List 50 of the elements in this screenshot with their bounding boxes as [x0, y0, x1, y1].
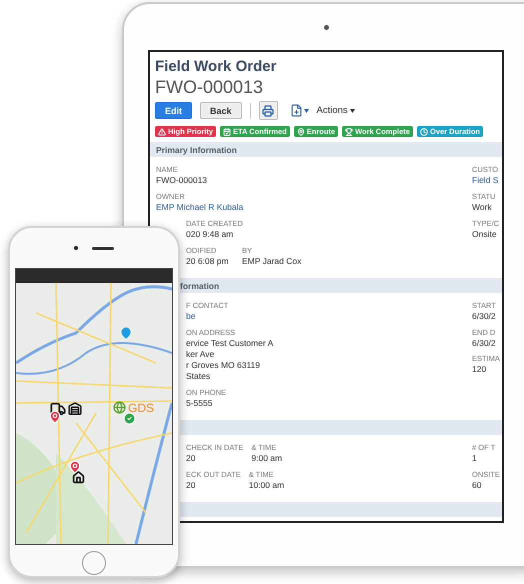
field-value: 10:00 am	[248, 480, 284, 491]
calendar-icon	[223, 128, 232, 136]
field-value: FWO-000013	[156, 175, 208, 186]
field-value: 020 9:48 am	[186, 229, 234, 240]
field-value: States	[186, 371, 212, 382]
field-value: 20	[186, 480, 196, 491]
field-value: 6/30/2	[472, 311, 497, 322]
field-value: ervice Test Customer A	[186, 338, 274, 349]
section-title: Primary Information	[156, 144, 237, 154]
house-icon	[72, 471, 85, 484]
warehouse-icon	[68, 402, 82, 416]
field-value: r Groves MO 63119	[186, 360, 262, 371]
field-value: Work	[472, 202, 493, 213]
field-value: Onsite	[472, 229, 498, 240]
field-value: 120	[472, 364, 488, 375]
field-value: 20 6:08 pm	[186, 256, 230, 267]
location-pin-icon	[68, 460, 82, 474]
field-value: 9:00 am	[251, 453, 282, 464]
speaker-grille	[92, 246, 114, 250]
section-title: formation	[180, 280, 220, 290]
globe-icon	[113, 401, 126, 414]
clock-icon	[420, 128, 428, 136]
field-value: ker Ave	[186, 349, 216, 360]
field-link[interactable]: be	[186, 311, 228, 322]
field-value: 1	[472, 453, 478, 464]
field-value: 20	[186, 453, 196, 464]
location-pin-icon	[48, 410, 62, 424]
map-logo-text: GDS	[128, 401, 154, 415]
field-value: 5-5555	[186, 398, 214, 409]
field-value: 60	[472, 480, 482, 491]
page-title: Field Work Order	[155, 58, 278, 76]
camera-dot	[324, 24, 328, 30]
field-link[interactable]: EMP Michael R Kubala	[156, 202, 244, 213]
field-link[interactable]: Field S	[472, 175, 502, 186]
actions-menu[interactable]: Actions	[316, 105, 355, 116]
field-value: EMP Jarad Cox	[242, 256, 302, 267]
camera-dot	[74, 246, 78, 250]
caret-icon	[304, 108, 309, 112]
back-button[interactable]: Back	[200, 102, 242, 119]
print-button[interactable]	[258, 101, 278, 120]
home-button[interactable]	[82, 551, 106, 575]
field-value: 6/30/2	[472, 338, 497, 349]
pin-icon	[296, 128, 305, 136]
trophy-icon	[345, 128, 354, 136]
record-id: FWO-000013	[155, 76, 264, 98]
new-document-button[interactable]	[290, 104, 309, 117]
location-pin-icon	[120, 327, 132, 339]
caret-icon	[350, 108, 355, 112]
warning-icon	[158, 128, 166, 136]
edit-button[interactable]: Edit	[155, 102, 192, 119]
